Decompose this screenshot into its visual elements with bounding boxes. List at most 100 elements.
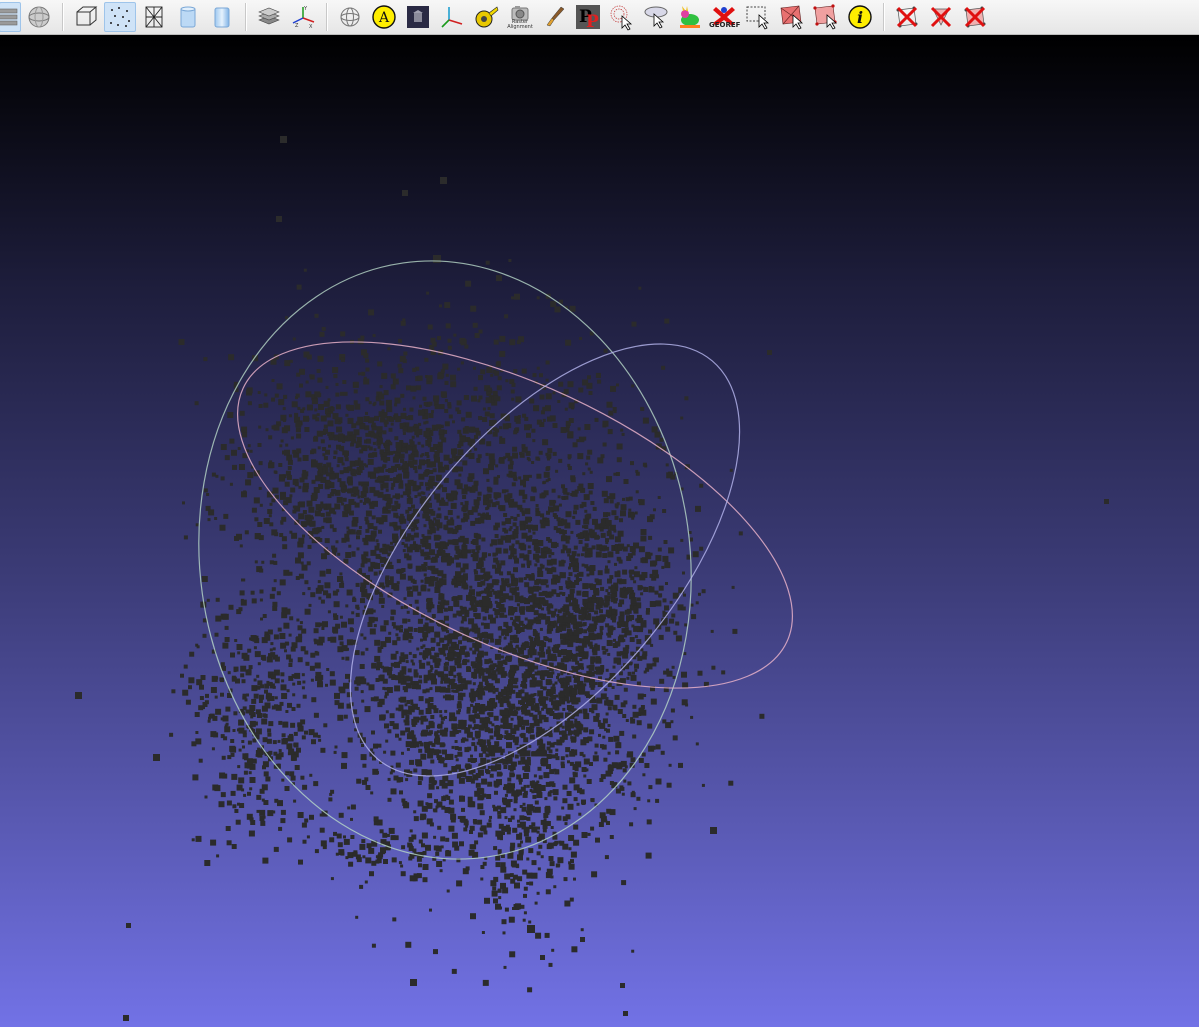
point	[508, 765, 514, 771]
bunny-color-icon[interactable]	[674, 2, 706, 32]
point	[519, 815, 525, 821]
point	[345, 656, 350, 661]
point	[333, 456, 337, 459]
point	[334, 745, 338, 749]
point	[506, 830, 511, 835]
point	[384, 695, 388, 699]
point	[487, 387, 492, 392]
point	[588, 391, 593, 395]
point	[509, 772, 515, 778]
point	[379, 714, 386, 721]
smooth-shading-icon[interactable]	[206, 2, 238, 32]
point	[439, 648, 446, 655]
point	[422, 553, 426, 557]
point	[349, 460, 356, 467]
point	[513, 529, 519, 534]
point	[311, 492, 318, 499]
point	[289, 494, 293, 498]
point	[605, 712, 609, 716]
georef-icon[interactable]: GEOREF	[708, 2, 740, 32]
point	[440, 369, 445, 374]
point	[482, 552, 488, 558]
point	[451, 815, 455, 819]
point	[368, 566, 374, 572]
point	[239, 464, 245, 470]
coordinate-frame-icon[interactable]	[436, 2, 468, 32]
delete-all-selected-icon[interactable]	[959, 2, 991, 32]
delete-selected-vertices-icon[interactable]	[925, 2, 957, 32]
point	[300, 521, 307, 528]
point	[327, 420, 334, 427]
point	[461, 417, 466, 422]
trackball-icon[interactable]	[334, 2, 366, 32]
raster-image-icon[interactable]	[402, 2, 434, 32]
point	[528, 848, 534, 854]
point	[443, 615, 449, 621]
point	[528, 474, 532, 478]
point	[520, 479, 526, 486]
point-picking-icon[interactable]: PP	[572, 2, 604, 32]
delete-selected-faces-icon[interactable]	[891, 2, 923, 32]
select-radius-icon[interactable]	[606, 2, 638, 32]
point	[259, 694, 264, 700]
info-icon[interactable]: i	[844, 2, 876, 32]
point	[392, 536, 399, 543]
point	[387, 729, 392, 734]
select-faces-icon[interactable]	[776, 2, 808, 32]
point	[333, 450, 338, 455]
point	[294, 412, 299, 417]
annotation-icon[interactable]: A	[368, 2, 400, 32]
raster-alignment-icon[interactable]: Raster Alignment	[504, 2, 536, 32]
wireframe-icon[interactable]	[138, 2, 170, 32]
point	[470, 661, 476, 667]
3d-viewport[interactable]	[0, 35, 1199, 1027]
select-rect-icon[interactable]	[742, 2, 774, 32]
point	[428, 520, 433, 525]
point	[355, 915, 359, 919]
point	[413, 532, 419, 538]
point	[215, 597, 220, 602]
point	[491, 502, 497, 508]
layers-icon[interactable]	[0, 2, 21, 32]
point	[498, 765, 502, 769]
point	[583, 629, 588, 634]
point	[482, 675, 489, 682]
point	[414, 495, 418, 498]
point	[573, 504, 579, 510]
points-render-icon[interactable]	[104, 2, 136, 32]
point	[361, 349, 367, 356]
select-connected-icon[interactable]	[640, 2, 672, 32]
point	[391, 482, 396, 487]
sphere-icon[interactable]	[23, 2, 55, 32]
point	[638, 758, 644, 763]
point	[486, 441, 492, 447]
point	[315, 475, 322, 482]
point	[554, 306, 561, 313]
point	[477, 454, 482, 459]
point	[427, 702, 434, 709]
point	[471, 395, 477, 402]
point	[590, 657, 596, 663]
axes-icon[interactable]: Y Z X	[287, 2, 319, 32]
point	[556, 626, 563, 633]
point	[512, 475, 517, 480]
paint-brush-icon[interactable]	[538, 2, 570, 32]
flat-shading-icon[interactable]	[172, 2, 204, 32]
point	[431, 428, 435, 431]
layer-stack-icon[interactable]	[253, 2, 285, 32]
annotation-letter: A	[378, 10, 390, 26]
point	[634, 663, 639, 669]
point	[198, 758, 203, 763]
point	[537, 586, 542, 591]
point	[373, 448, 377, 452]
measure-tape-icon[interactable]	[470, 2, 502, 32]
point	[507, 456, 513, 462]
point	[497, 475, 500, 479]
point	[369, 503, 375, 509]
point	[427, 444, 431, 448]
point	[361, 591, 368, 598]
select-vertices-icon[interactable]	[810, 2, 842, 32]
point	[370, 561, 376, 567]
point	[493, 479, 499, 485]
bounding-box-icon[interactable]	[70, 2, 102, 32]
